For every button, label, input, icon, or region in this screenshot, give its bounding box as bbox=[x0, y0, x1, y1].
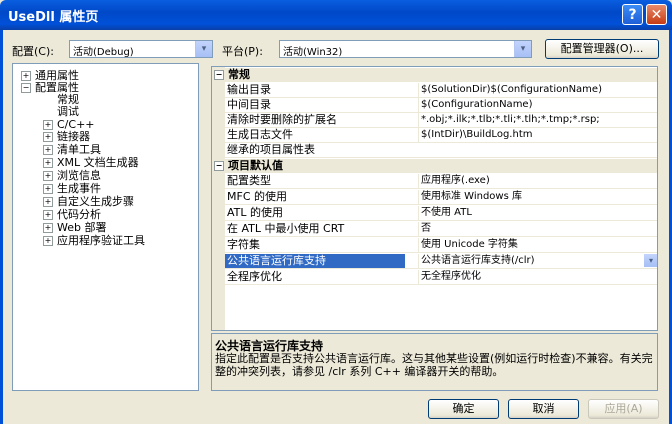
tree-item-custom-build[interactable]: + 自定义生成步骤 bbox=[43, 196, 134, 208]
property-row[interactable]: 输出目录 $(SolutionDir)$(ConfigurationName) bbox=[225, 83, 657, 98]
expand-icon[interactable]: + bbox=[43, 145, 53, 155]
chevron-down-icon[interactable]: ▾ bbox=[644, 254, 657, 267]
config-value: 活动(Debug) bbox=[73, 47, 134, 58]
collapse-icon[interactable]: − bbox=[214, 161, 224, 171]
window-title: UseDll 属性页 bbox=[8, 10, 99, 25]
platform-dropdown[interactable]: 活动(Win32) ▾ bbox=[279, 40, 532, 58]
platform-label: 平台(P): bbox=[222, 45, 263, 58]
expand-icon[interactable]: + bbox=[43, 210, 53, 220]
chevron-down-icon: ▾ bbox=[195, 41, 212, 57]
apply-button[interactable]: 应用(A) bbox=[588, 399, 659, 419]
property-tree[interactable]: + 通用属性 − 配置属性 常规 调试 + C/C++ + 链接器 + 清单工具 + XML… bbox=[12, 63, 199, 391]
collapse-icon[interactable]: − bbox=[21, 83, 31, 93]
ok-button[interactable]: 确定 bbox=[428, 399, 499, 419]
config-manager-button[interactable]: 配置管理器(O)... bbox=[545, 39, 659, 59]
grid-gutter bbox=[212, 67, 225, 330]
tree-item-browse[interactable]: + 浏览信息 bbox=[43, 170, 101, 182]
expand-icon[interactable]: + bbox=[43, 120, 53, 130]
property-row[interactable]: 清除时要删除的扩展名 *.obj;*.ilk;*.tlb;*.tli;*.tlh;… bbox=[225, 113, 657, 128]
expand-icon[interactable]: + bbox=[43, 158, 53, 168]
title-bar: UseDll 属性页 ? ✕ bbox=[0, 0, 672, 30]
config-dropdown[interactable]: 活动(Debug) ▾ bbox=[69, 40, 213, 58]
expand-icon[interactable]: + bbox=[43, 184, 53, 194]
property-row[interactable]: 继承的项目属性表 bbox=[225, 143, 657, 158]
category-project-defaults[interactable]: − 项目默认值 bbox=[212, 159, 657, 173]
property-row[interactable]: MFC 的使用 使用标准 Windows 库 bbox=[225, 190, 657, 205]
tree-item-linker[interactable]: + 链接器 bbox=[43, 131, 90, 143]
platform-value: 活动(Win32) bbox=[283, 47, 343, 58]
expand-icon[interactable]: + bbox=[21, 71, 31, 81]
property-row[interactable]: 生成日志文件 $(IntDir)\BuildLog.htm bbox=[225, 128, 657, 143]
tree-item-debug[interactable]: 调试 bbox=[57, 106, 79, 118]
expand-icon[interactable]: + bbox=[43, 223, 53, 233]
description-panel: 公共语言运行库支持 指定此配置是否支持公共语言运行库。这与其他某些设置(例如运行… bbox=[211, 333, 658, 391]
category-general[interactable]: − 常规 bbox=[212, 68, 657, 82]
expand-icon[interactable]: + bbox=[43, 171, 53, 181]
property-row[interactable]: 全程序优化 无全程序优化 bbox=[225, 270, 657, 285]
config-label: 配置(C): bbox=[12, 45, 54, 58]
expand-icon[interactable]: + bbox=[43, 197, 53, 207]
tree-item-build-events[interactable]: + 生成事件 bbox=[43, 183, 101, 195]
property-row[interactable]: ATL 的使用 不使用 ATL bbox=[225, 206, 657, 221]
tree-item-code-analysis[interactable]: + 代码分析 bbox=[43, 209, 101, 221]
tree-item-web-deploy[interactable]: + Web 部署 bbox=[43, 222, 106, 234]
expand-icon[interactable]: + bbox=[43, 236, 53, 246]
property-row[interactable]: 在 ATL 中最小使用 CRT 否 bbox=[225, 222, 657, 237]
tree-item-xml[interactable]: + XML 文档生成器 bbox=[43, 157, 139, 169]
collapse-icon[interactable]: − bbox=[214, 70, 224, 80]
property-row[interactable]: 中间目录 $(ConfigurationName) bbox=[225, 98, 657, 113]
tree-item-app-verifier[interactable]: + 应用程序验证工具 bbox=[43, 235, 145, 247]
property-row-selected[interactable]: 公共语言运行库支持 公共语言运行库支持(/clr) ▾ bbox=[225, 254, 657, 269]
close-button[interactable]: ✕ bbox=[646, 4, 667, 25]
chevron-down-icon: ▾ bbox=[514, 41, 531, 57]
expand-icon[interactable]: + bbox=[43, 132, 53, 142]
property-row[interactable]: 配置类型 应用程序(.exe) bbox=[225, 174, 657, 189]
help-button[interactable]: ? bbox=[622, 4, 643, 25]
description-text: 指定此配置是否支持公共语言运行库。这与其他某些设置(例如运行时检查)不兼容。有关… bbox=[215, 352, 653, 378]
property-grid[interactable]: − 常规 输出目录 $(SolutionDir)$(ConfigurationNam… bbox=[211, 66, 658, 331]
property-row[interactable]: 字符集 使用 Unicode 字符集 bbox=[225, 238, 657, 253]
tree-item-manifest[interactable]: + 清单工具 bbox=[43, 144, 101, 156]
cancel-button[interactable]: 取消 bbox=[508, 399, 579, 419]
